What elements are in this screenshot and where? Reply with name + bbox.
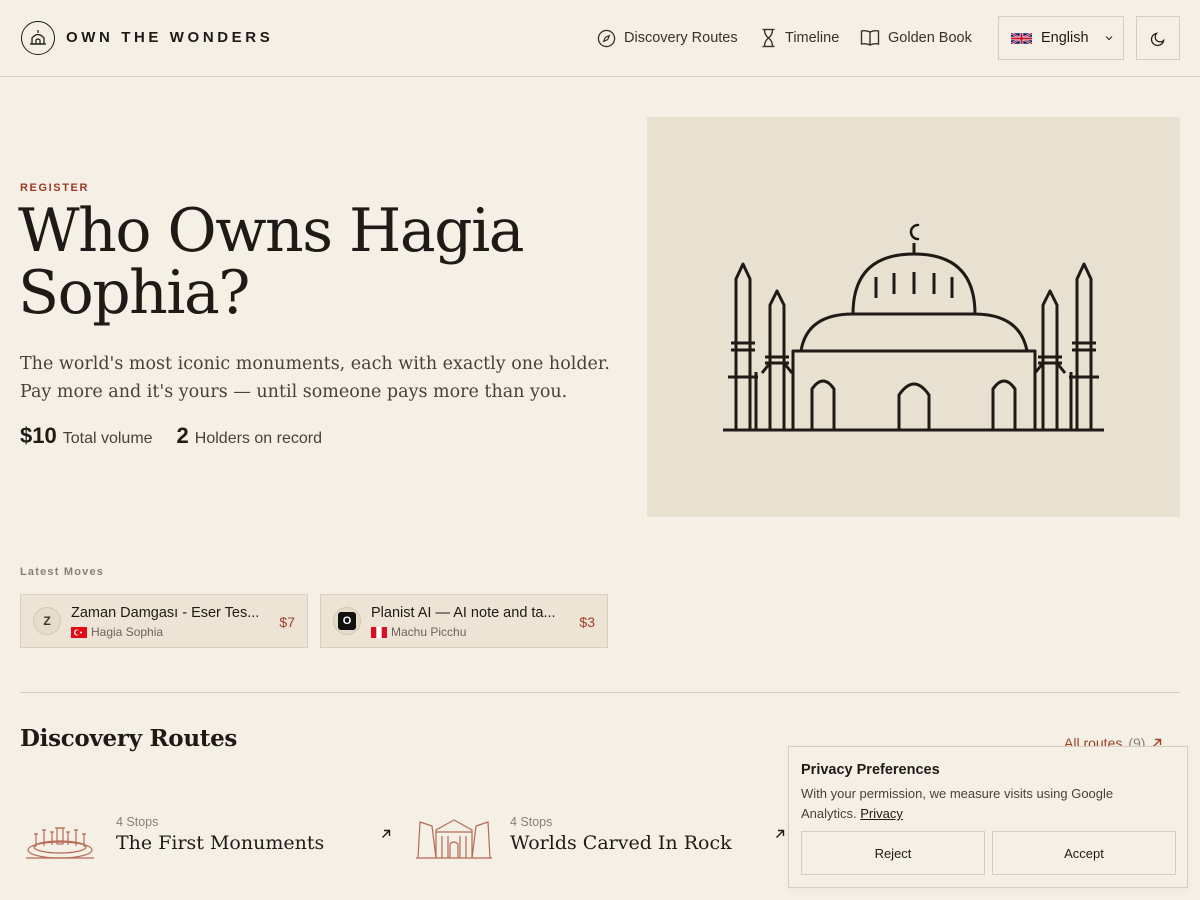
hourglass-icon bbox=[762, 28, 775, 48]
book-icon bbox=[860, 29, 880, 46]
reject-button[interactable]: Reject bbox=[801, 831, 985, 875]
stat-total-volume: $10 Total volume bbox=[20, 423, 153, 449]
language-label: English bbox=[1041, 30, 1089, 46]
logo-icon[interactable] bbox=[21, 21, 55, 55]
move-price: $7 bbox=[279, 614, 295, 630]
route-stops: 4 Stops bbox=[510, 815, 553, 829]
turkey-flag-icon bbox=[71, 626, 87, 638]
monuments-thumbnail bbox=[26, 827, 94, 859]
nav-label: Discovery Routes bbox=[624, 30, 738, 46]
routes-title: Discovery Routes bbox=[20, 725, 238, 752]
stat-label: Holders on record bbox=[194, 430, 322, 447]
nav-label: Timeline bbox=[785, 30, 840, 46]
nav-discovery-routes[interactable]: Discovery Routes bbox=[597, 27, 738, 49]
chevron-down-icon bbox=[1105, 36, 1112, 41]
move-price: $3 bbox=[579, 614, 595, 630]
moon-icon bbox=[1150, 31, 1165, 46]
latest-moves-label: Latest Moves bbox=[20, 566, 105, 578]
route-name: Worlds Carved In Rock bbox=[510, 832, 732, 854]
stat-value: $10 bbox=[20, 423, 57, 448]
stat-holders: 2 Holders on record bbox=[177, 423, 322, 449]
route-card[interactable]: 4 Stops Worlds Carved In Rock bbox=[414, 808, 786, 868]
avatar: O bbox=[333, 607, 361, 635]
route-card[interactable]: 4 Stops The First Monuments bbox=[20, 808, 392, 868]
stat-label: Total volume bbox=[62, 430, 153, 447]
arrow-up-right-icon bbox=[382, 829, 391, 838]
site-header: OWN THE WONDERS Discovery Routes Timelin… bbox=[0, 0, 1200, 77]
privacy-link[interactable]: Privacy bbox=[860, 806, 903, 821]
move-name: Zaman Damgası - Eser Tes... bbox=[71, 605, 260, 621]
brand-name[interactable]: OWN THE WONDERS bbox=[66, 29, 273, 46]
avatar-letter: O bbox=[338, 612, 356, 630]
compass-icon bbox=[597, 29, 616, 47]
section-divider bbox=[20, 692, 1180, 693]
hagia-sophia-illustration bbox=[647, 117, 1180, 517]
move-card[interactable]: O Planist AI — AI note and ta... Machu P… bbox=[320, 594, 608, 648]
privacy-banner: Privacy Preferences With your permission… bbox=[788, 746, 1188, 888]
route-name: The First Monuments bbox=[116, 832, 325, 854]
nav-timeline[interactable]: Timeline bbox=[760, 27, 839, 49]
privacy-message: With your permission, we measure visits … bbox=[801, 786, 1114, 821]
move-place-label: Hagia Sophia bbox=[91, 625, 164, 639]
hero-eyebrow: REGISTER bbox=[20, 182, 90, 194]
move-name: Planist AI — AI note and ta... bbox=[371, 605, 556, 621]
rock-temple-thumbnail bbox=[416, 819, 492, 859]
hero-title: Who Owns Hagia Sophia? bbox=[18, 196, 525, 328]
nav-golden-book[interactable]: Golden Book bbox=[860, 27, 972, 49]
move-place-label: Machu Picchu bbox=[391, 625, 467, 639]
hero-subtitle: The world's most iconic monuments, each … bbox=[20, 354, 610, 402]
arrow-up-right-icon bbox=[776, 829, 785, 838]
theme-toggle-button[interactable] bbox=[1136, 16, 1180, 60]
accept-button[interactable]: Accept bbox=[992, 831, 1176, 875]
move-place: Hagia Sophia bbox=[71, 625, 163, 639]
privacy-text: With your permission, we measure visits … bbox=[801, 784, 1171, 824]
peru-flag-icon bbox=[371, 626, 387, 638]
language-selector[interactable]: English bbox=[998, 16, 1124, 60]
avatar: Z bbox=[33, 607, 61, 635]
uk-flag-icon bbox=[1011, 31, 1032, 45]
nav-label: Golden Book bbox=[888, 30, 972, 46]
privacy-title: Privacy Preferences bbox=[801, 762, 940, 778]
route-stops: 4 Stops bbox=[116, 815, 159, 829]
stat-value: 2 bbox=[176, 423, 189, 448]
hero-stats: $10 Total volume 2 Holders on record bbox=[20, 423, 322, 449]
move-place: Machu Picchu bbox=[371, 625, 466, 639]
move-card[interactable]: Z Zaman Damgası - Eser Tes... Hagia Soph… bbox=[20, 594, 308, 648]
